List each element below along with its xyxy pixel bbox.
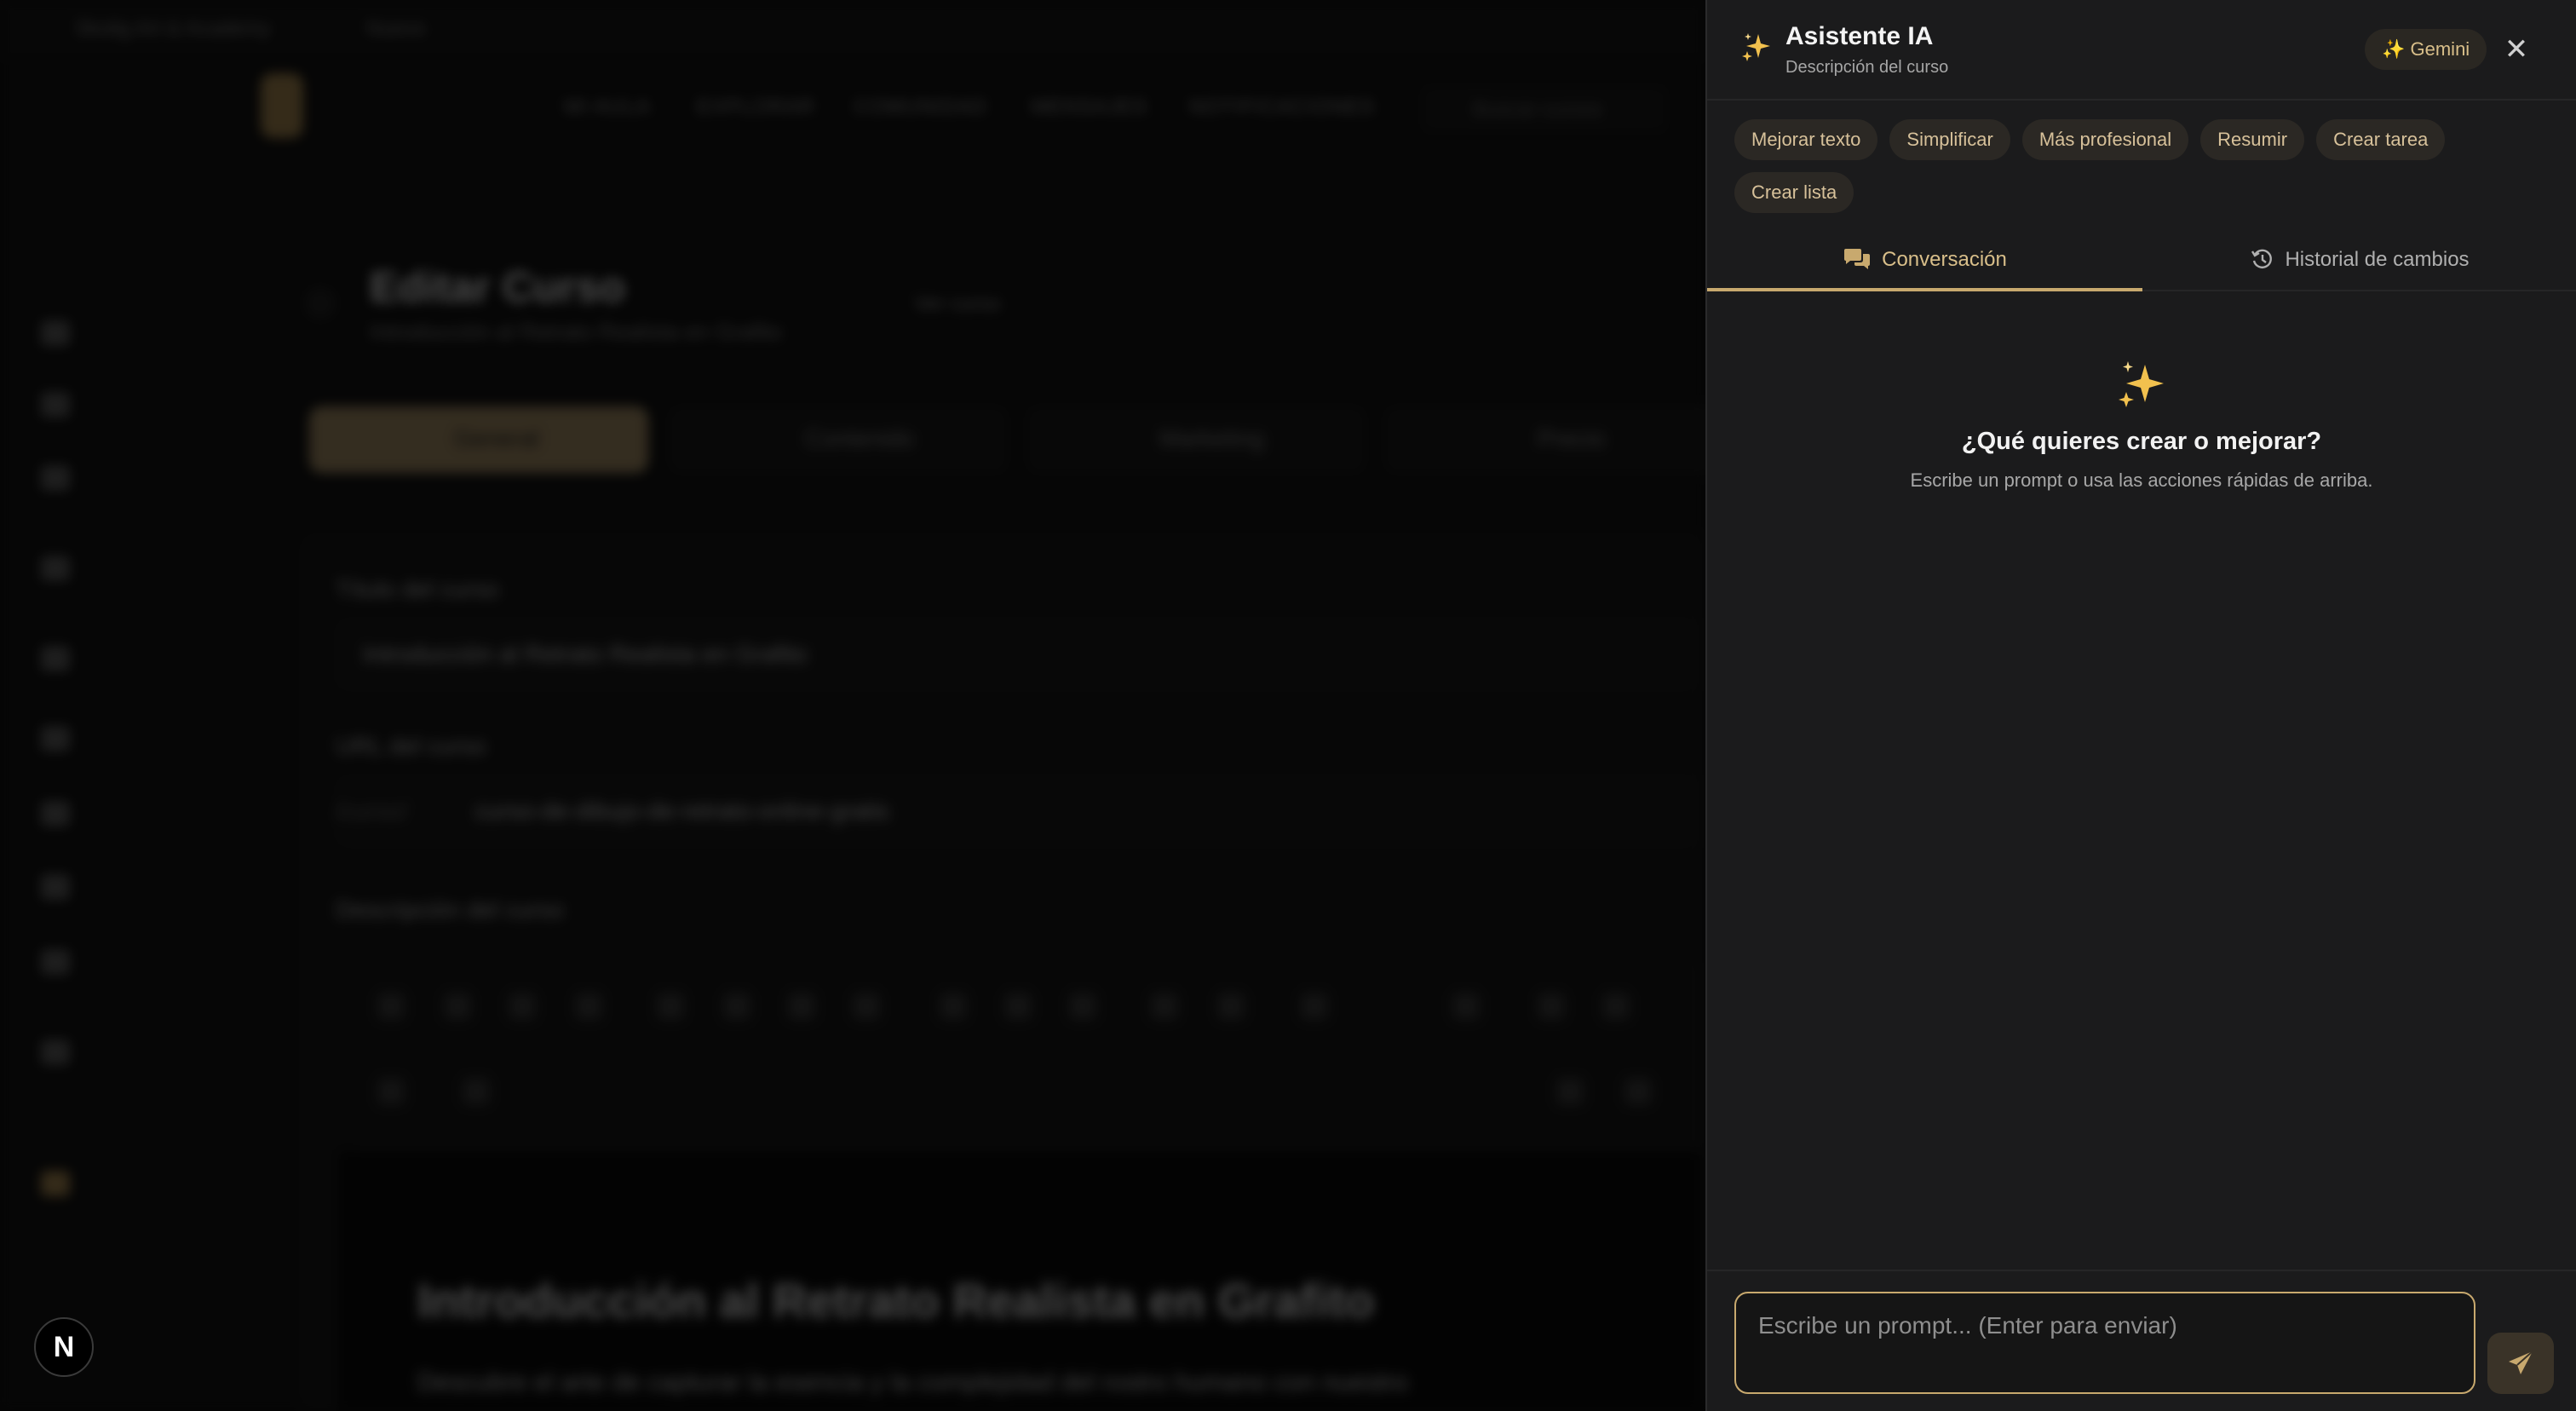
panel-tabs: Conversación Historial de cambios [1707,228,2576,291]
close-button[interactable]: ✕ [2499,32,2533,66]
tab-conversation-label: Conversación [1882,248,2007,271]
sparkles-icon [1742,33,1770,61]
close-icon: ✕ [2504,33,2529,66]
quick-action-create-list[interactable]: Crear lista [1734,172,1854,213]
quick-action-more-professional[interactable]: Más profesional [2021,119,2189,160]
app-window: Skolig Art & Academy Nuevo MI AULA EXPLO… [0,0,2576,1411]
quick-action-summarize[interactable]: Resumir [2200,119,2305,160]
ai-assistant-panel: Asistente IA Descripción del curso ✨ Gem… [1705,0,2576,1411]
send-button[interactable] [2487,1333,2554,1394]
tab-conversation[interactable]: Conversación [1707,228,2142,291]
active-tab-indicator [1707,288,2142,291]
quick-action-simplify[interactable]: Simplificar [1889,119,2010,160]
sparkles-icon [2119,361,2164,407]
model-badge[interactable]: ✨ Gemini [2365,29,2487,70]
quick-actions: Mejorar texto Simplificar Más profesiona… [1734,119,2552,213]
empty-state: ¿Qué quieres crear o mejorar? Escribe un… [1707,358,2576,492]
comments-icon [1844,249,1871,269]
empty-state-subtitle: Escribe un prompt o usa las acciones ráp… [1910,469,2373,491]
empty-state-title: ¿Qué quieres crear o mejorar? [1961,428,2322,455]
quick-action-create-task[interactable]: Crear tarea [2316,119,2446,160]
tab-history-label: Historial de cambios [2285,248,2470,271]
prompt-footer [1707,1270,2576,1411]
panel-title: Asistente IA [1785,22,1934,50]
tab-history[interactable]: Historial de cambios [2142,228,2576,291]
history-icon [2251,249,2273,268]
next-dev-badge[interactable]: N [34,1317,94,1377]
modal-overlay[interactable] [0,0,1705,1411]
send-icon [2509,1351,2533,1374]
panel-subtitle: Descripción del curso [1785,58,1949,77]
prompt-input[interactable] [1734,1292,2475,1394]
panel-header: Asistente IA Descripción del curso ✨ Gem… [1707,0,2576,101]
quick-action-improve-text[interactable]: Mejorar texto [1734,119,1878,160]
